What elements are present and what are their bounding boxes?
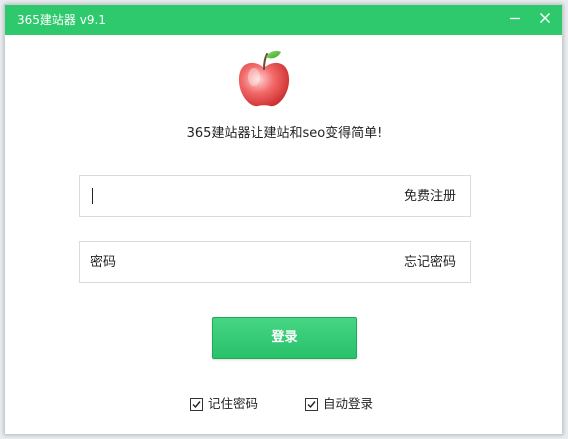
login-button[interactable]: 登录 [212,317,357,359]
remember-password-option[interactable]: 记住密码 [190,396,258,412]
checkmark-icon [307,400,316,408]
auto-login-checkbox[interactable] [305,397,318,411]
close-icon [540,13,550,23]
minimize-button[interactable] [503,8,527,30]
register-link[interactable]: 免费注册 [404,188,456,206]
title-bar[interactable]: 365建站器 v9.1 [5,5,562,35]
username-input[interactable] [90,185,370,207]
password-field[interactable]: 忘记密码 [79,241,471,283]
remember-password-checkbox[interactable] [190,397,203,411]
password-input[interactable] [90,251,370,273]
close-button[interactable] [533,8,557,30]
checkmark-icon [192,400,201,408]
login-window: 365建站器 v9.1 365建站器让建站和seo变得简单! 免费注册 忘记密码… [4,4,563,435]
remember-password-label: 记住密码 [208,396,259,411]
text-caret [92,188,93,204]
minimize-icon [510,17,520,20]
auto-login-label: 自动登录 [323,396,374,411]
forgot-password-link[interactable]: 忘记密码 [404,254,456,272]
auto-login-option[interactable]: 自动登录 [305,396,373,412]
username-field[interactable]: 免费注册 [79,175,471,217]
apple-icon [238,50,290,107]
tagline: 365建站器让建站和seo变得简单! [186,126,383,141]
window-title: 365建站器 v9.1 [17,13,106,27]
